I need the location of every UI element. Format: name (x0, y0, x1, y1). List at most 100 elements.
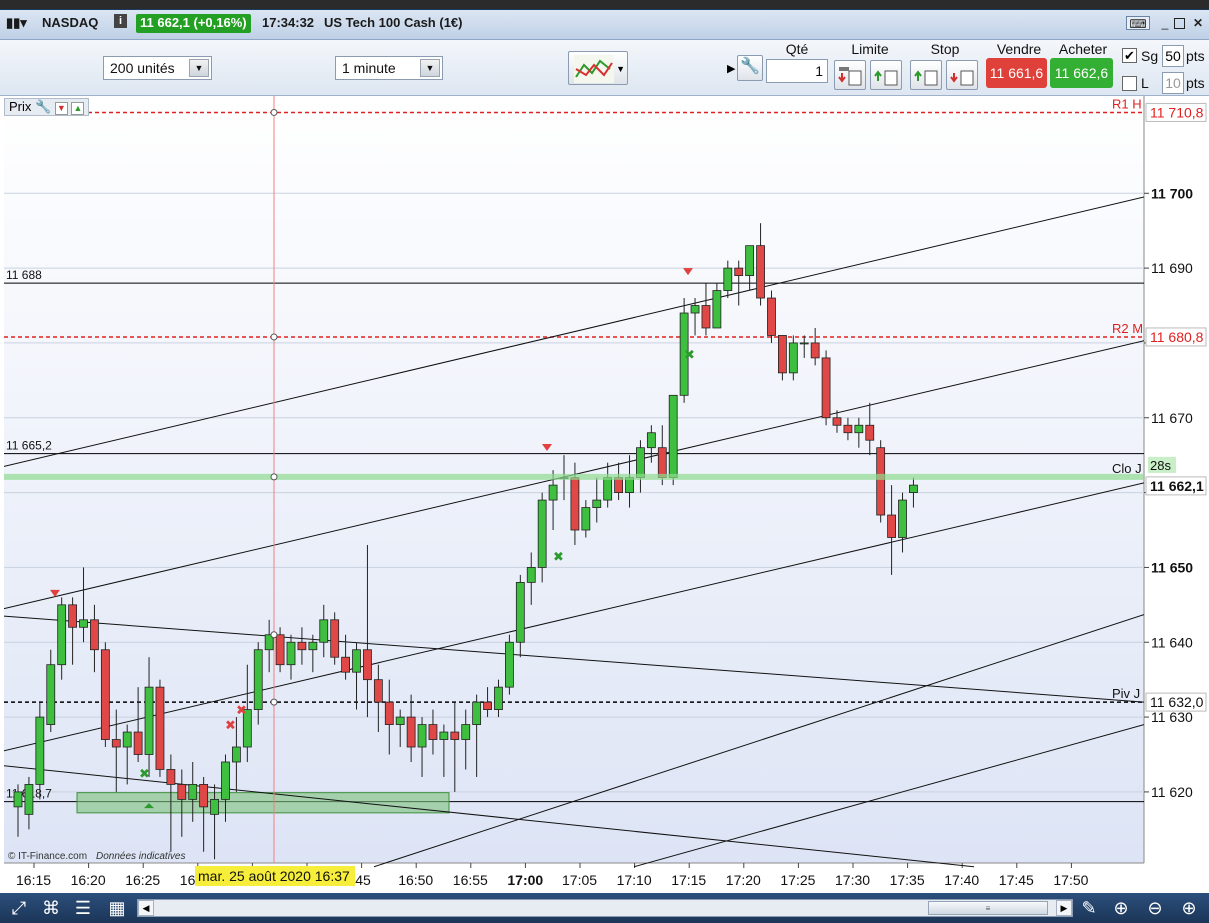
axis-price-label: 11 632,0 (1150, 694, 1204, 710)
info-icon[interactable]: i (114, 14, 127, 28)
timeframe-select[interactable]: 1 minute ▼ (335, 56, 443, 80)
instrument-name[interactable]: NASDAQ (42, 15, 98, 30)
x-tick-label: 17:10 (617, 872, 652, 888)
crosshair-date-label: mar. 25 août 2020 16:37 (198, 868, 350, 884)
price-chart[interactable]: 11 70011 69011 67011 65011 64011 63011 6… (4, 96, 1209, 893)
scroll-left-arrow[interactable]: ◀ (138, 900, 154, 916)
wrench-icon[interactable]: 🔧 (35, 99, 51, 114)
limit-order-icon (874, 70, 898, 86)
price-change-badge: 11 662,1 (+0,16%) (136, 14, 251, 33)
maximize-icon[interactable] (1174, 18, 1185, 29)
scroll-thumb[interactable]: ≡ (928, 901, 1048, 915)
x-tick-label: 17:15 (671, 872, 706, 888)
candle-body (221, 761, 230, 800)
x-tick-label: 17:30 (835, 872, 870, 888)
scroll-right-arrow[interactable]: ▶ (1056, 900, 1072, 916)
l-pts-label: pts (1186, 75, 1205, 91)
candle-body (887, 514, 896, 538)
zoom-in-icon[interactable]: ⊕ (1178, 897, 1200, 919)
candle-body (734, 267, 744, 276)
limit-buy-button[interactable] (834, 60, 866, 90)
close-icon[interactable]: ✕ (1191, 16, 1205, 30)
watermark-note: Données indicatives (96, 851, 186, 862)
horizontal-scrollbar[interactable]: ◀ ≡ ▶ (137, 899, 1073, 917)
level-right-label: R1 H (1112, 96, 1142, 111)
crosshair-dot (270, 333, 278, 341)
sg-checkbox[interactable]: ✔ (1122, 48, 1137, 63)
candle-body (210, 798, 219, 815)
candle-body (865, 424, 875, 441)
candle-body (832, 417, 842, 426)
y-tick-label: 11 620 (1151, 784, 1193, 800)
l-checkbox[interactable] (1122, 76, 1137, 91)
countdown-label: 28s (1150, 458, 1171, 473)
candle-body (515, 581, 525, 643)
x-tick-label: 17:25 (780, 872, 815, 888)
sg-points-input[interactable]: 50 (1162, 45, 1184, 67)
chart-area[interactable]: 11 700 11 690 11 670 11 650 11 640 11 630 11 6… (0, 96, 1209, 893)
zoom-out-icon[interactable]: ⊖ (1144, 897, 1166, 919)
stop-sell-button[interactable] (946, 60, 978, 90)
bottom-bar: ⤢ ⌘ ☰ ▦ ◀ ≡ ▶ ✎ ⊕ ⊖ ⊕ (0, 893, 1209, 923)
arrow-down-icon[interactable]: ▼ (54, 102, 68, 115)
minimize-icon[interactable]: _ (1158, 16, 1172, 30)
candle-body (745, 245, 755, 276)
stop-buy-button[interactable] (910, 60, 942, 90)
keyboard-icon[interactable]: ⌨ (1126, 16, 1150, 31)
candle-body (537, 499, 547, 568)
x-tick-label: 17:45 (999, 872, 1034, 888)
candle-body (144, 686, 154, 755)
zoom-fit-icon[interactable]: ⊕ (1110, 897, 1132, 919)
candle-body (483, 701, 492, 710)
buy-button[interactable]: 11 662,6 (1050, 58, 1113, 88)
candle-body (788, 342, 798, 374)
wrench-icon[interactable]: 🔧 (737, 55, 763, 81)
toolbar: 200 unités ▼ 1 minute ▼ ▼ ▶ 🔧 Qté 1 Limi… (0, 40, 1209, 96)
candle-body (395, 716, 405, 725)
candle-body (133, 731, 143, 755)
candle-body (188, 784, 198, 800)
sell-label: Vendre (996, 41, 1042, 57)
x-tick-label: 16:55 (453, 872, 488, 888)
crosshair-dot (270, 108, 278, 116)
y-tick-label: 11 670 (1151, 410, 1193, 426)
trading-window: ▮▮▾ NASDAQ i 11 662,1 (+0,16%) 17:34:32 … (0, 0, 1209, 923)
clock-time: 17:34:32 (262, 15, 315, 30)
candle-body (767, 297, 776, 336)
y-tick-label: 11 700 (1151, 185, 1193, 201)
collapse-arrow-icon[interactable]: ▶ (727, 62, 735, 75)
level-label: 11 688 (6, 268, 42, 282)
candle-chart-icon[interactable]: ▮▮▾ (6, 15, 27, 31)
candle-body (122, 731, 132, 748)
qty-input[interactable]: 1 (766, 59, 828, 83)
compare-icon[interactable]: ▦ (106, 897, 128, 919)
limit-sell-button[interactable] (870, 60, 902, 90)
share-icon[interactable]: ⤢ (8, 897, 30, 919)
sell-button[interactable]: 11 661,6 (986, 58, 1047, 88)
candle-body (46, 664, 56, 725)
candle-body (406, 716, 416, 748)
l-points-input[interactable]: 10 (1162, 72, 1184, 94)
buy-label: Acheter (1058, 41, 1108, 57)
candle-body (373, 679, 383, 703)
buy-signal-cross: ✖ (684, 347, 695, 362)
timeframe-select-value: 1 minute (342, 60, 396, 76)
indicators-button[interactable]: ▼ (568, 51, 628, 85)
units-select[interactable]: 200 unités ▼ (103, 56, 212, 80)
candle-body (341, 656, 351, 673)
magnet-icon[interactable]: ⌘ (40, 897, 62, 919)
chevron-down-icon: ▼ (189, 59, 209, 77)
stop-order-icon (914, 70, 938, 86)
arrow-up-icon[interactable]: ▲ (71, 102, 85, 115)
title-bar: ▮▮▾ NASDAQ i 11 662,1 (+0,16%) 17:34:32 … (0, 0, 1209, 44)
candle-body (526, 567, 536, 583)
candle-body (636, 447, 645, 479)
axis-price-label: 11 680,8 (1150, 329, 1204, 345)
draw-icon[interactable]: ✎ (1078, 897, 1100, 919)
candle-body (308, 641, 318, 651)
crosshair-dot (270, 698, 278, 706)
candle-body (166, 769, 176, 785)
list-icon[interactable]: ☰ (72, 897, 94, 919)
candle-body (439, 731, 449, 740)
candle-body (657, 447, 667, 479)
